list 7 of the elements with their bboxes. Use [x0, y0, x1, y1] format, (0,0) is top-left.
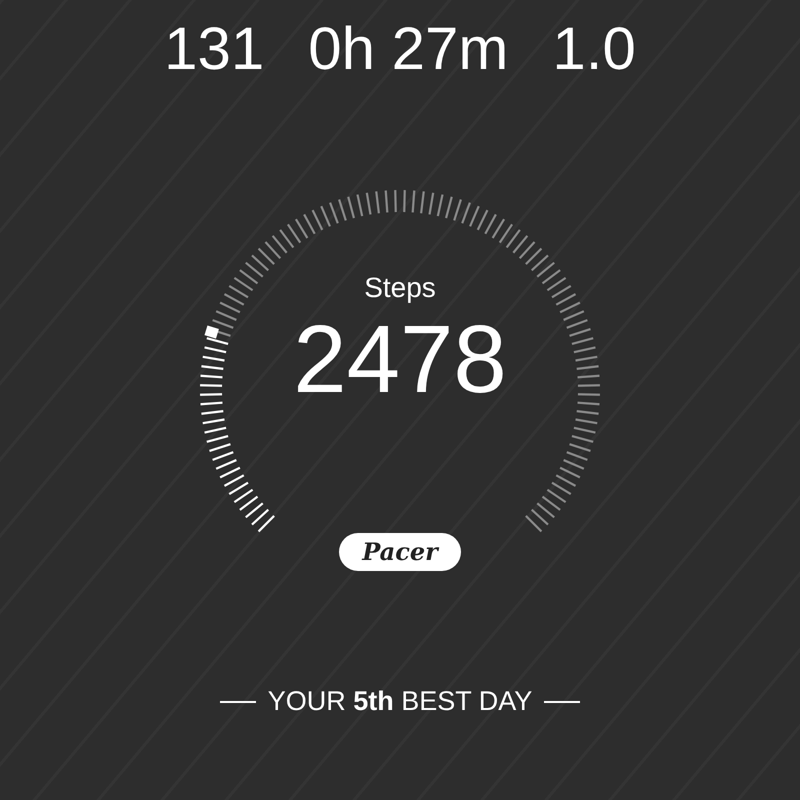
best-day-text: YOUR 5th BEST DAY: [268, 686, 532, 717]
steps-label: Steps: [364, 272, 436, 304]
stat-value: 131: [164, 18, 264, 80]
stat-value: 0h 27m: [308, 18, 508, 80]
steps-count: 2478: [293, 310, 507, 410]
stat-value: 1.0: [552, 18, 636, 80]
pacer-logo: Pacer: [339, 533, 461, 571]
